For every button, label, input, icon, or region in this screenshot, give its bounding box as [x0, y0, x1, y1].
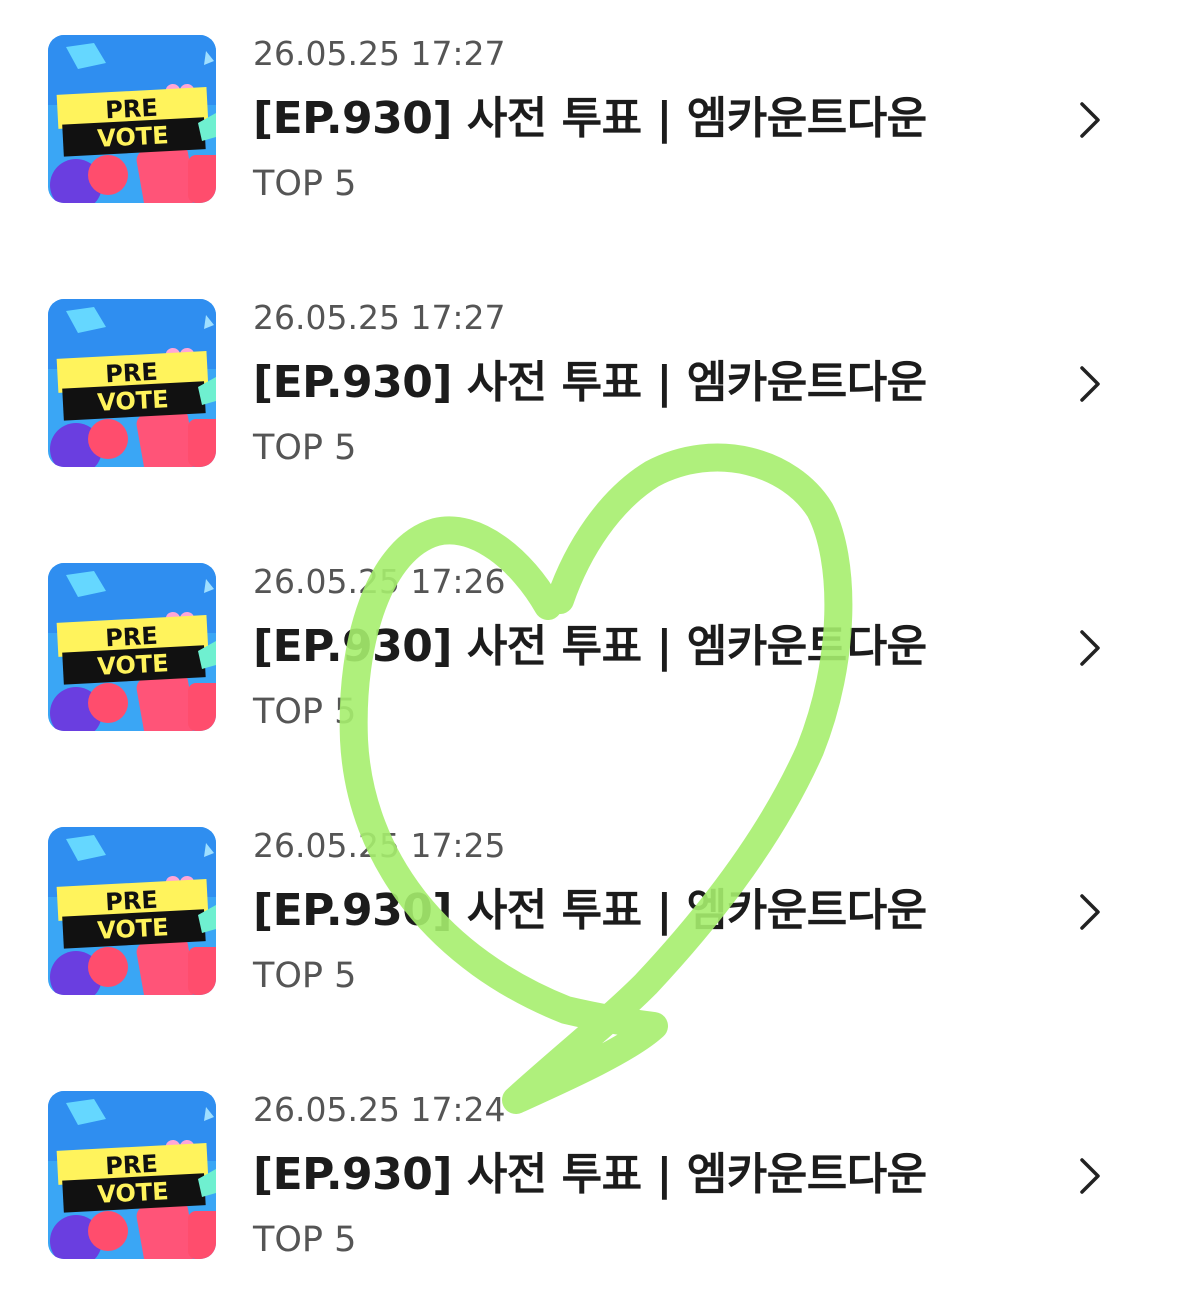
thumb-pre-text: PRE: [105, 94, 159, 125]
vote-item-subtitle: TOP 5: [253, 1220, 357, 1260]
vote-item[interactable]: PRE VOTE 26.05.25 17:26 [EP.930] 사전 투표 |…: [0, 528, 1178, 732]
pre-vote-thumbnail: PRE VOTE: [48, 827, 216, 995]
vote-item-title: [EP.930] 사전 투표 | 엠카운트다운: [253, 93, 927, 144]
thumb-vote-text: VOTE: [97, 913, 170, 945]
pre-vote-thumbnail: PRE VOTE: [48, 35, 216, 203]
vote-item-title: [EP.930] 사전 투표 | 엠카운트다운: [253, 1149, 927, 1200]
vote-item[interactable]: PRE VOTE 26.05.25 17:24 [EP.930] 사전 투표 |…: [0, 1056, 1178, 1260]
vote-item-title: [EP.930] 사전 투표 | 엠카운트다운: [253, 885, 927, 936]
vote-item-date: 26.05.25 17:27: [253, 34, 506, 73]
vote-item-date: 26.05.25 17:25: [253, 826, 506, 865]
thumb-pre-text: PRE: [105, 1150, 159, 1181]
vote-item-subtitle: TOP 5: [253, 164, 357, 204]
vote-item-date: 26.05.25 17:24: [253, 1090, 506, 1129]
chevron-right-icon: [1072, 892, 1108, 932]
thumb-pre-text: PRE: [105, 358, 159, 389]
vote-history-list: PRE VOTE 26.05.25 17:27 [EP.930] 사전 투표 |…: [0, 0, 1178, 1309]
chevron-right-icon: [1072, 628, 1108, 668]
vote-item-date: 26.05.25 17:26: [253, 562, 506, 601]
vote-item-title: [EP.930] 사전 투표 | 엠카운트다운: [253, 357, 927, 408]
vote-item[interactable]: PRE VOTE 26.05.25 17:27 [EP.930] 사전 투표 |…: [0, 0, 1178, 204]
vote-item[interactable]: PRE VOTE 26.05.25 17:27 [EP.930] 사전 투표 |…: [0, 264, 1178, 468]
vote-item[interactable]: PRE VOTE 26.05.25 17:25 [EP.930] 사전 투표 |…: [0, 792, 1178, 996]
vote-item-date: 26.05.25 17:27: [253, 298, 506, 337]
vote-item-subtitle: TOP 5: [253, 956, 357, 996]
vote-item-subtitle: TOP 5: [253, 428, 357, 468]
thumb-vote-text: VOTE: [97, 121, 170, 153]
pre-vote-thumbnail: PRE VOTE: [48, 299, 216, 467]
chevron-right-icon: [1072, 1156, 1108, 1196]
chevron-right-icon: [1072, 100, 1108, 140]
thumb-vote-text: VOTE: [97, 385, 170, 417]
thumb-pre-text: PRE: [105, 622, 159, 653]
chevron-right-icon: [1072, 364, 1108, 404]
vote-item-subtitle: TOP 5: [253, 692, 357, 732]
pre-vote-thumbnail: PRE VOTE: [48, 1091, 216, 1259]
thumb-vote-text: VOTE: [97, 1177, 170, 1209]
thumb-pre-text: PRE: [105, 886, 159, 917]
thumb-vote-text: VOTE: [97, 649, 170, 681]
pre-vote-thumbnail: PRE VOTE: [48, 563, 216, 731]
vote-item-title: [EP.930] 사전 투표 | 엠카운트다운: [253, 621, 927, 672]
